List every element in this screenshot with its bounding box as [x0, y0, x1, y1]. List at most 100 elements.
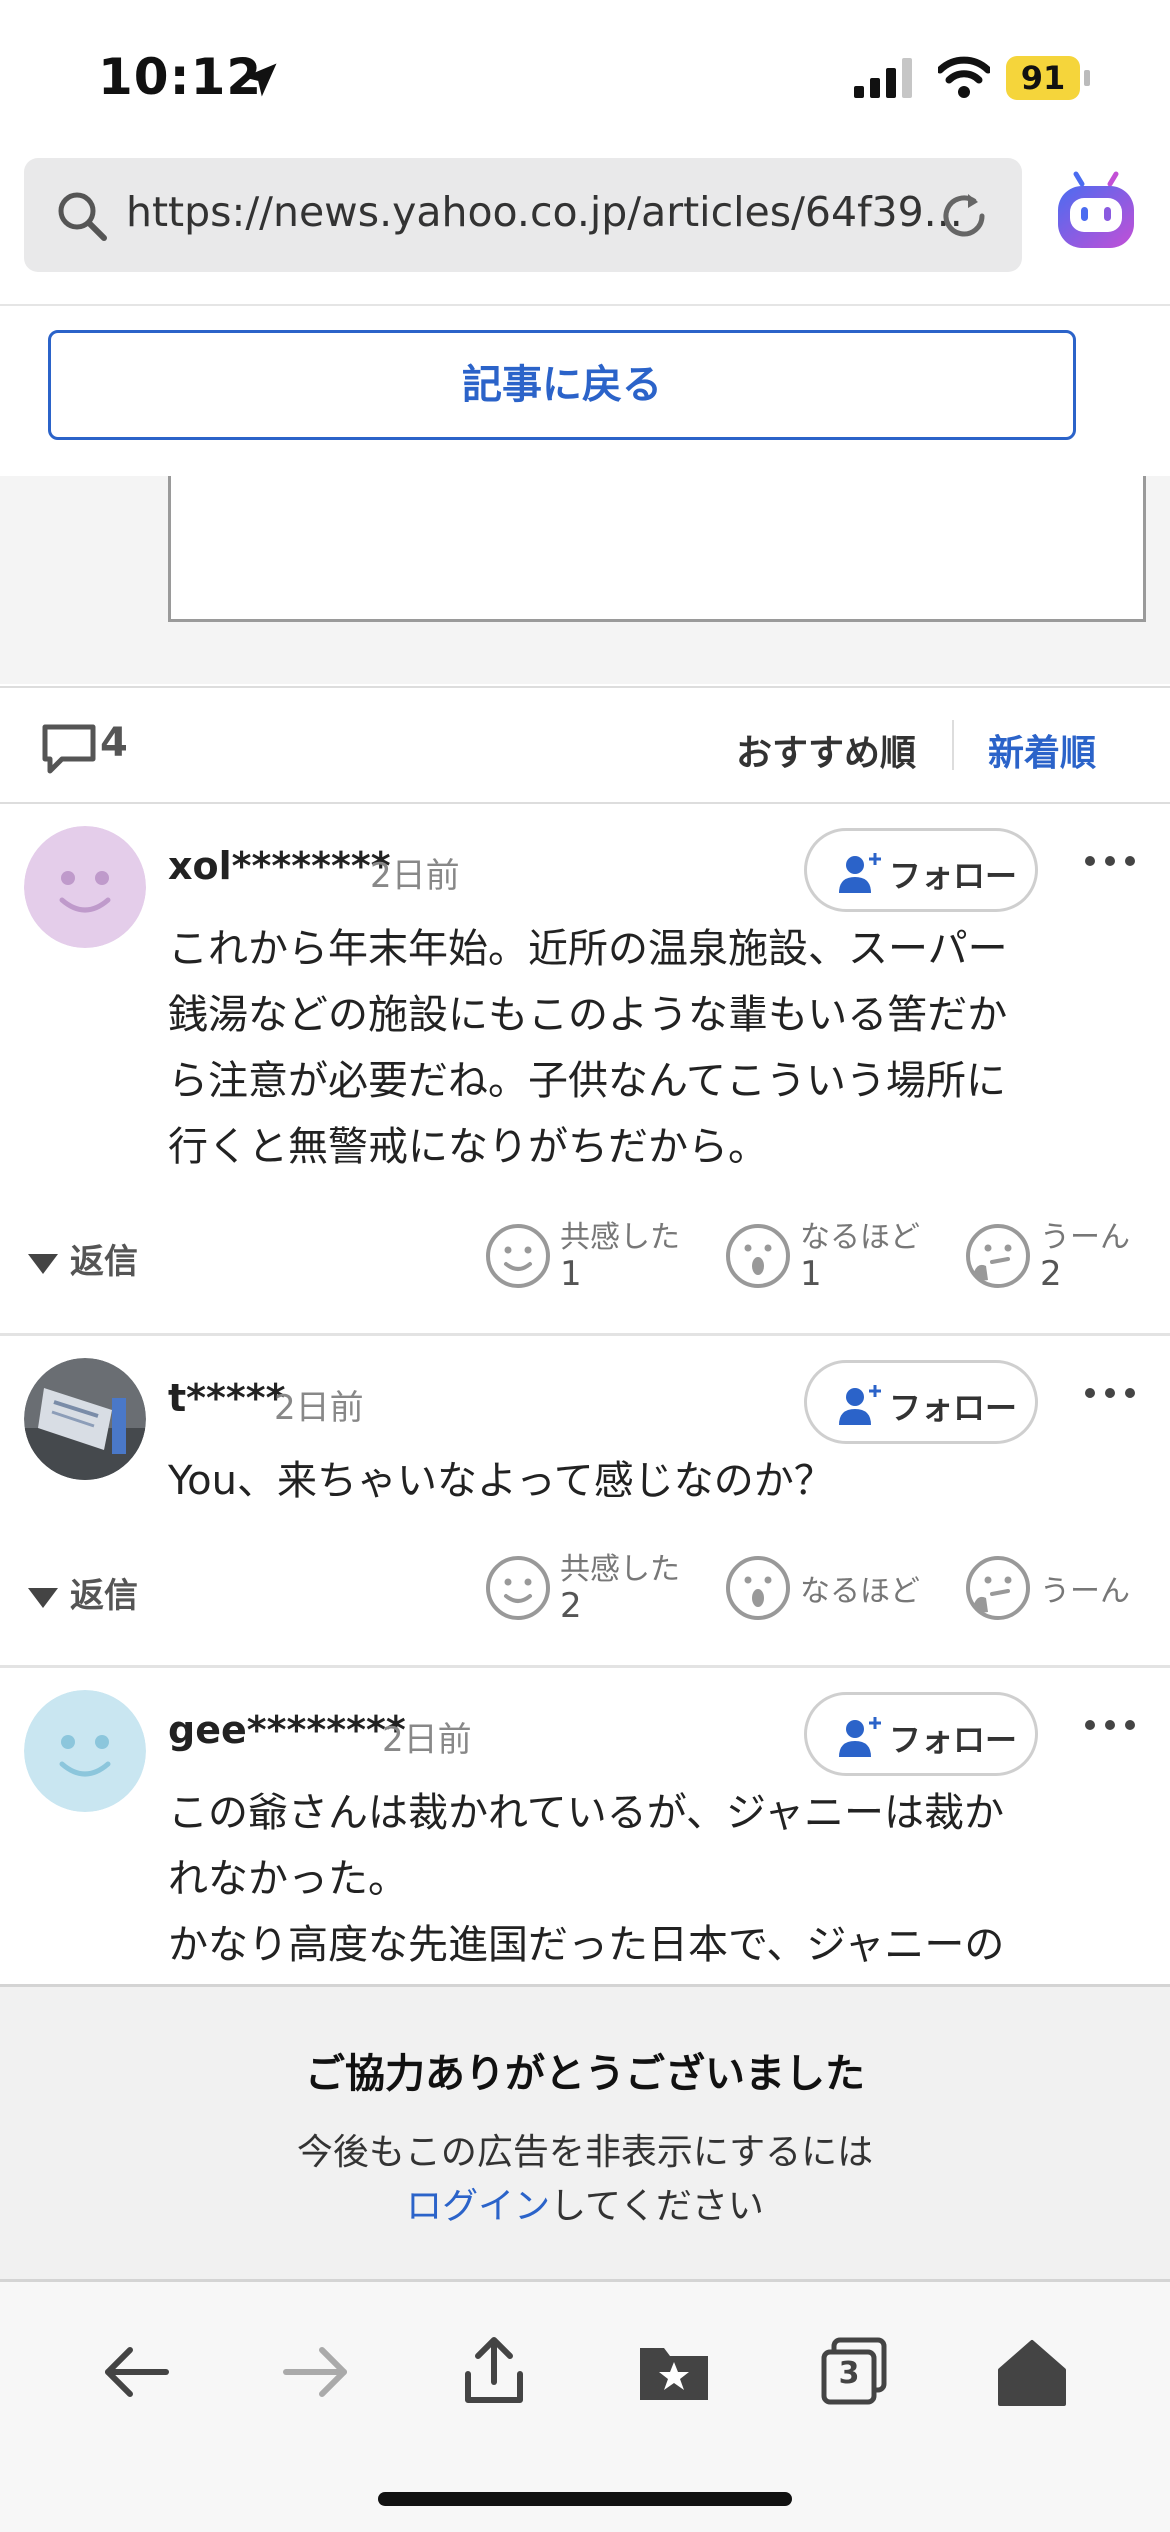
cellular-signal-icon	[854, 58, 912, 98]
reaction-insightful-button[interactable]: なるほど	[724, 1544, 944, 1634]
smile-face-icon	[486, 1224, 550, 1288]
comment-line: これから年末年始。近所の温泉施設、スーパー	[168, 926, 1008, 972]
bookmark-folder-icon[interactable]	[636, 2334, 712, 2410]
back-arrow-icon[interactable]	[98, 2334, 174, 2410]
ad-hidden-banner: ご協力ありがとうございました 今後もこの広告を非表示にするには ログインしてくだ…	[0, 1984, 1170, 2282]
home-indicator	[378, 2492, 792, 2506]
reaction-label: なるほど	[800, 1574, 920, 1609]
thinking-face-icon	[966, 1556, 1030, 1620]
forward-arrow-icon[interactable]	[278, 2334, 354, 2410]
home-icon[interactable]	[994, 2334, 1070, 2410]
reaction-count: 1	[800, 1254, 822, 1294]
header-divider	[0, 304, 1170, 306]
comment-line: かなり高度な先進国だった日本で、ジャニーの	[168, 1922, 1005, 1968]
follow-button[interactable]: フォロー	[804, 1692, 1038, 1776]
add-user-icon	[839, 1717, 881, 1757]
search-icon	[58, 192, 107, 241]
reaction-hmm-button[interactable]: うーん 2	[964, 1212, 1164, 1302]
reaction-count: 2	[1040, 1254, 1062, 1294]
more-options-icon[interactable]	[1082, 1710, 1138, 1740]
comment-timestamp: 2日前	[274, 1388, 364, 1428]
battery-icon: 91	[1006, 56, 1090, 100]
comment-line: この爺さんは裁かれているが、ジャニーは裁か	[168, 1790, 1004, 1836]
battery-level: 91	[1006, 56, 1080, 100]
reply-toggle[interactable]: 返信	[28, 1568, 138, 1617]
more-options-icon[interactable]	[1082, 1378, 1138, 1408]
user-avatar[interactable]	[24, 1358, 146, 1480]
tabs-button[interactable]: 3	[816, 2334, 892, 2410]
reload-icon[interactable]	[936, 188, 992, 244]
add-user-icon	[839, 853, 881, 893]
reaction-label: うーん	[1040, 1220, 1130, 1255]
battery-nub	[1084, 70, 1090, 86]
comment-line: 銭湯などの施設にもこのような輩もいる筈だか	[168, 992, 1008, 1038]
caret-down-icon	[28, 1587, 58, 1608]
reaction-label: なるほど	[800, 1220, 920, 1255]
address-bar[interactable]: https://news.yahoo.co.jp/articles/64f39.…	[24, 158, 1022, 272]
surprised-face-icon	[726, 1224, 790, 1288]
reaction-label: うーん	[1040, 1574, 1130, 1609]
add-user-icon	[839, 1385, 881, 1425]
user-avatar[interactable]	[24, 1690, 146, 1812]
comment-line: 行くと無警戒になりがちだから。	[168, 1124, 768, 1170]
comment-item: xol******** 2日前 フォロー これから年末年始。近所の温泉施設、スー…	[0, 804, 1170, 1336]
browser-toolbar: 3	[0, 2282, 1170, 2532]
comment-line: ら注意が必要だね。子供なんてこういう場所に	[168, 1058, 1006, 1104]
comment-input-area	[0, 476, 1170, 684]
reaction-count: 1	[560, 1254, 582, 1294]
sort-newest-tab[interactable]: 新着順	[988, 724, 1096, 776]
follow-button[interactable]: フォロー	[804, 828, 1038, 912]
comment-count: 4	[100, 720, 128, 766]
comment-timestamp: 2日前	[370, 856, 460, 896]
surprised-face-icon	[726, 1556, 790, 1620]
location-arrow-icon	[243, 63, 277, 97]
reply-label: 返信	[70, 1576, 138, 1616]
reaction-hmm-button[interactable]: うーん	[964, 1544, 1164, 1634]
comment-line: れなかった。	[168, 1856, 408, 1902]
reaction-label: 共感した	[560, 1552, 680, 1587]
ad-login-suffix: してください	[550, 2186, 764, 2227]
user-avatar[interactable]	[24, 826, 146, 948]
smile-face-icon	[486, 1556, 550, 1620]
comment-username[interactable]: t*****	[168, 1376, 286, 1420]
ad-login-message: ログインしてください	[0, 2177, 1170, 2229]
reaction-empathy-button[interactable]: 共感した 1	[484, 1212, 704, 1302]
comment-body: You、来ちゃいなよって感じなのか？	[168, 1448, 1128, 1514]
reply-toggle[interactable]: 返信	[28, 1234, 138, 1283]
comment-line: You、来ちゃいなよって感じなのか？	[168, 1458, 834, 1504]
follow-label: フォロー	[889, 857, 1018, 895]
comment-body: これから年末年始。近所の温泉施設、スーパー 銭湯などの施設にもこのような輩もいる…	[168, 916, 1128, 1180]
url-text[interactable]: https://news.yahoo.co.jp/articles/64f39.…	[126, 188, 963, 236]
more-options-icon[interactable]	[1082, 846, 1138, 876]
comment-timestamp: 2日前	[382, 1720, 472, 1760]
sort-separator	[952, 720, 954, 770]
comment-bubble-icon	[42, 724, 96, 774]
back-to-article-button[interactable]: 記事に戻る	[48, 330, 1076, 440]
login-link[interactable]: ログイン	[406, 2186, 550, 2227]
wifi-icon	[938, 56, 990, 98]
share-icon[interactable]	[456, 2334, 532, 2410]
comment-username[interactable]: gee********	[168, 1708, 406, 1752]
reaction-empathy-button[interactable]: 共感した 2	[484, 1544, 704, 1634]
comment-username[interactable]: xol********	[168, 844, 391, 888]
comment-item: t***** 2日前 フォロー You、来ちゃいなよって感じなのか？ 返信 共感…	[0, 1336, 1170, 1668]
follow-button[interactable]: フォロー	[804, 1360, 1038, 1444]
caret-down-icon	[28, 1253, 58, 1274]
follow-label: フォロー	[889, 1389, 1018, 1427]
comment-sort-bar: 4 おすすめ順 新着順	[0, 686, 1170, 804]
assistant-app-icon[interactable]	[1052, 170, 1140, 258]
ad-thanks-title: ご協力ありがとうございました	[305, 2051, 865, 2097]
ad-message: 今後もこの広告を非表示にするには	[296, 2132, 874, 2173]
reaction-count: 2	[560, 1586, 582, 1626]
tab-count: 3	[838, 2356, 860, 2391]
status-bar: 10:12 91	[0, 0, 1170, 150]
comment-item: gee******** 2日前 フォロー この爺さんは裁かれているが、ジャニーは…	[0, 1668, 1170, 1984]
reply-label: 返信	[70, 1242, 138, 1282]
comment-input-box[interactable]	[168, 476, 1146, 622]
reaction-insightful-button[interactable]: なるほど 1	[724, 1212, 944, 1302]
comment-body: この爺さんは裁かれているが、ジャニーは裁か れなかった。 かなり高度な先進国だっ…	[168, 1780, 1128, 1978]
reaction-label: 共感した	[560, 1220, 680, 1255]
sort-recommended-tab[interactable]: おすすめ順	[736, 724, 916, 776]
thinking-face-icon	[966, 1224, 1030, 1288]
follow-label: フォロー	[889, 1721, 1018, 1759]
